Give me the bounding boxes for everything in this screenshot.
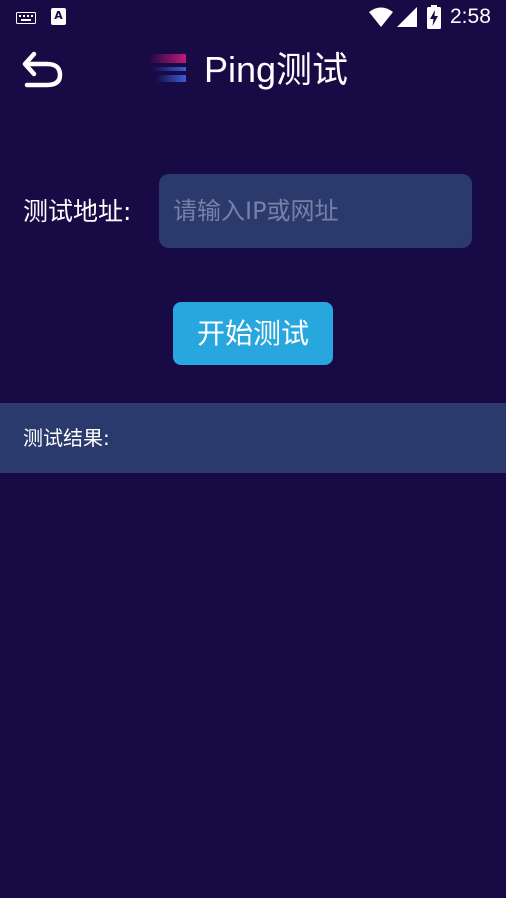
wifi-icon bbox=[369, 7, 393, 27]
notification-badge-letter: A bbox=[54, 9, 63, 22]
battery-charging-icon bbox=[427, 5, 441, 29]
app-logo-icon bbox=[148, 54, 186, 82]
signal-icon bbox=[397, 7, 417, 27]
status-time: 2:58 bbox=[450, 5, 491, 28]
back-button[interactable] bbox=[20, 50, 66, 90]
result-output bbox=[0, 473, 506, 898]
keyboard-icon bbox=[16, 12, 36, 24]
start-test-button[interactable]: 开始测试 bbox=[173, 302, 333, 365]
app-notification-icon: A bbox=[51, 8, 66, 25]
status-bar: A 2:58 bbox=[0, 0, 506, 34]
result-label: 测试结果: bbox=[23, 426, 110, 450]
page-title: Ping测试 bbox=[204, 49, 349, 90]
address-input[interactable] bbox=[159, 174, 472, 248]
result-header: 测试结果: bbox=[0, 403, 506, 473]
address-label: 测试地址: bbox=[23, 197, 132, 226]
back-arrow-icon bbox=[22, 51, 63, 88]
